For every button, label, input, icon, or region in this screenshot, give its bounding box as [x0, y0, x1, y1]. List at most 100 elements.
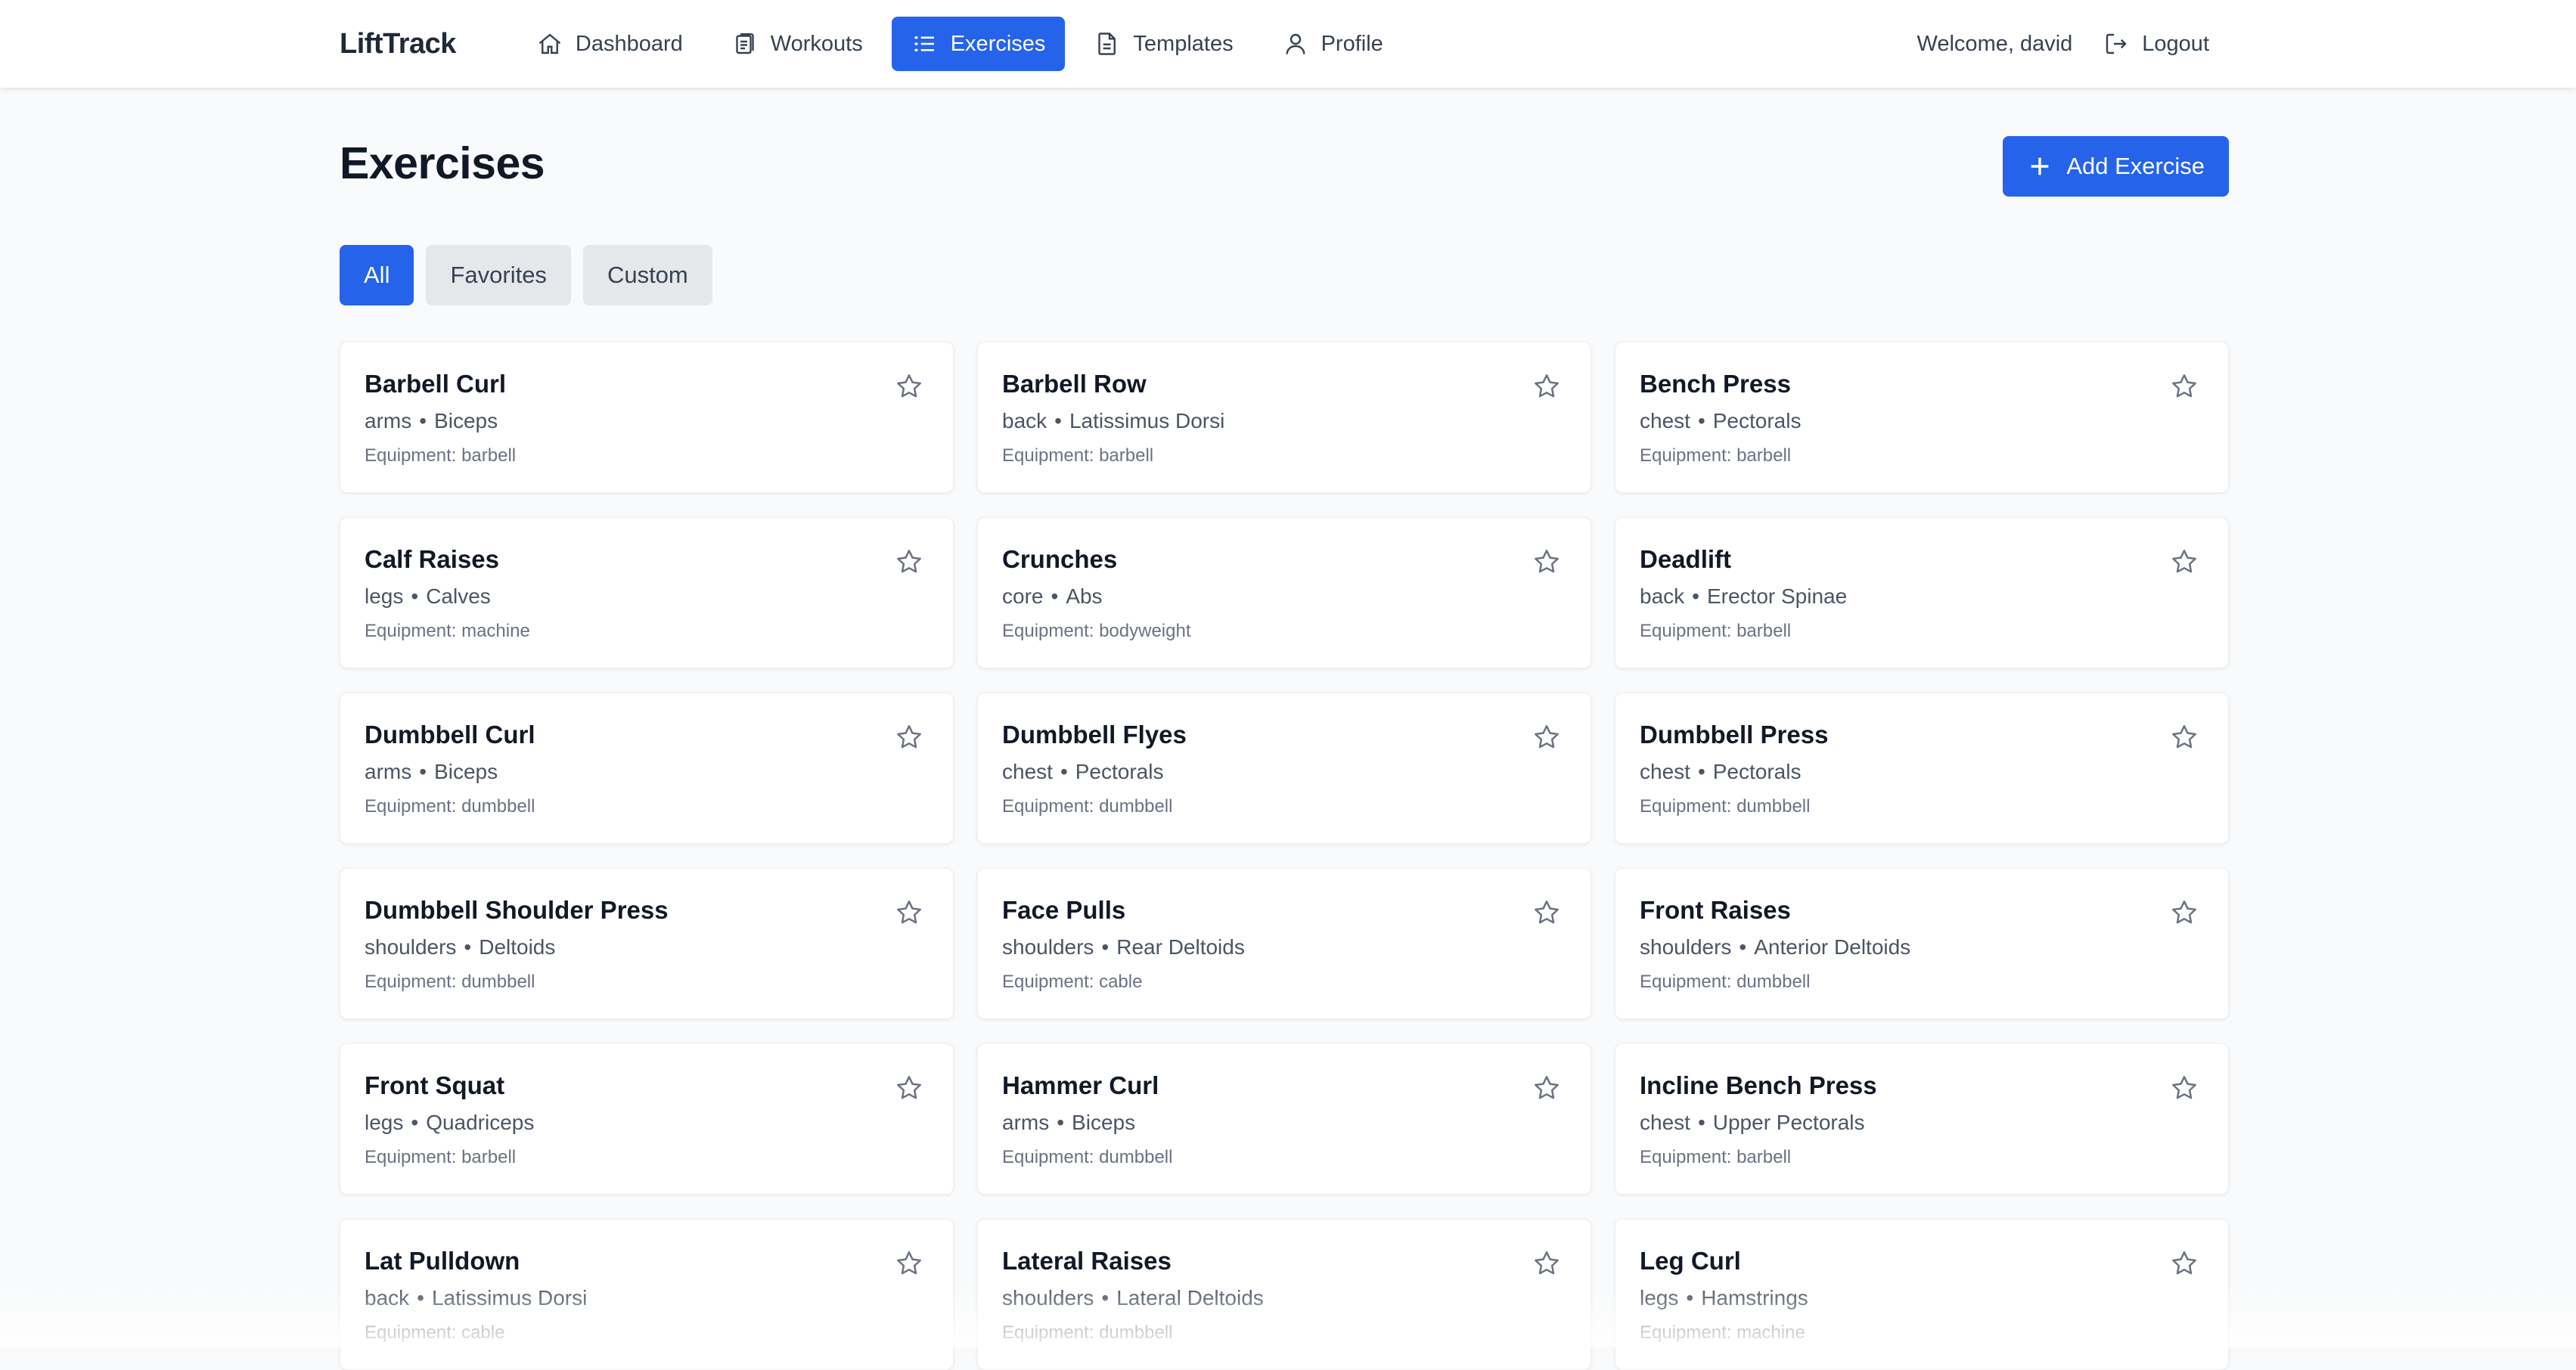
favorite-star-icon[interactable]	[1532, 1073, 1562, 1103]
favorite-star-icon[interactable]	[2169, 722, 2199, 752]
exercise-equipment: Equipment: machine	[365, 621, 530, 641]
top-navigation-bar: LiftTrack Dashboard Workouts Exercises T…	[0, 0, 2576, 88]
exercise-equipment: Equipment: dumbbell	[1002, 1322, 1173, 1343]
exercise-name: Front Squat	[365, 1071, 505, 1099]
exercise-card[interactable]: Dumbbell Shoulder Press shoulders • Deltoi…	[340, 868, 954, 1019]
star-icon	[2172, 725, 2196, 749]
nav-item-dashboard[interactable]: Dashboard	[517, 17, 703, 71]
favorite-star-icon[interactable]	[2169, 897, 2199, 928]
exercise-equipment: Equipment: cable	[365, 1322, 505, 1343]
star-icon	[2172, 374, 2196, 398]
star-icon	[897, 1251, 921, 1275]
nav-item-exercises[interactable]: Exercises	[891, 17, 1066, 71]
exercise-card[interactable]: Calf Raises legs • Calves Equipment: machi…	[340, 517, 954, 668]
exercise-grid: Barbell Curl arms • Biceps Equipment: barb…	[340, 342, 2229, 1370]
logout-icon	[2106, 33, 2127, 54]
star-icon	[1535, 725, 1559, 749]
favorite-star-icon[interactable]	[894, 897, 924, 928]
meta-separator: •	[464, 935, 472, 959]
nav-item-templates[interactable]: Templates	[1074, 17, 1252, 71]
exercise-card[interactable]: Dumbbell Flyes chest • Pectorals Equipment…	[977, 693, 1591, 844]
exercise-equipment: Equipment: barbell	[1002, 445, 1154, 466]
app-logo[interactable]: LiftTrack	[340, 28, 456, 60]
exercise-meta: arms • Biceps	[365, 760, 498, 784]
exercise-name: Crunches	[1002, 545, 1118, 573]
favorite-star-icon[interactable]	[894, 547, 924, 577]
favorite-star-icon[interactable]	[1532, 897, 1562, 928]
star-icon	[1535, 374, 1559, 398]
meta-separator: •	[1686, 1286, 1694, 1310]
favorite-star-icon[interactable]	[2169, 1248, 2199, 1279]
exercise-card[interactable]: Deadlift back • Erector Spinae Equipment: …	[1615, 517, 2229, 668]
exercise-card[interactable]: Lat Pulldown back • Latissimus Dorsi Equip…	[340, 1219, 954, 1370]
filter-favorites[interactable]: Favorites	[426, 245, 571, 305]
exercise-category: back	[1002, 409, 1047, 432]
clipboard-icon	[736, 33, 754, 54]
exercise-card[interactable]: Face Pulls shoulders • Rear Deltoids Equip…	[977, 868, 1591, 1019]
exercise-card[interactable]: Dumbbell Press chest • Pectorals Equipment…	[1615, 693, 2229, 844]
exercise-muscle: Pectorals	[1712, 409, 1802, 432]
exercise-equipment: Equipment: dumbbell	[1002, 1147, 1173, 1167]
favorite-star-icon[interactable]	[1532, 722, 1562, 752]
exercise-name: Lat Pulldown	[365, 1247, 520, 1275]
exercise-card[interactable]: Barbell Curl arms • Biceps Equipment: barb…	[340, 342, 954, 493]
filter-custom[interactable]: Custom	[582, 245, 712, 305]
exercise-meta: chest • Pectorals	[1640, 409, 1801, 433]
exercise-card[interactable]: Front Raises shoulders • Anterior Deltoids…	[1615, 868, 2229, 1019]
nav-item-label: Exercises	[950, 31, 1046, 56]
filter-all[interactable]: All	[340, 245, 414, 305]
favorite-star-icon[interactable]	[894, 722, 924, 752]
star-icon	[2172, 900, 2196, 924]
exercise-muscle: Rear Deltoids	[1116, 935, 1245, 959]
exercise-card[interactable]: Crunches core • Abs Equipment: bodyweight	[977, 517, 1591, 668]
favorite-star-icon[interactable]	[1532, 547, 1562, 577]
exercise-card[interactable]: Lateral Raises shoulders • Lateral Deltoid…	[977, 1219, 1591, 1370]
meta-separator: •	[419, 409, 427, 432]
favorite-star-icon[interactable]	[1532, 371, 1562, 401]
nav-item-workouts[interactable]: Workouts	[712, 17, 883, 71]
exercise-equipment: Equipment: barbell	[365, 445, 517, 466]
exercise-card[interactable]: Barbell Row back • Latissimus Dorsi Equipm…	[977, 342, 1591, 493]
star-icon	[897, 550, 921, 573]
favorite-star-icon[interactable]	[894, 1248, 924, 1279]
star-icon	[2172, 1251, 2196, 1275]
meta-separator: •	[1054, 409, 1062, 432]
exercise-equipment: Equipment: barbell	[365, 1147, 517, 1167]
exercise-name: Face Pulls	[1002, 896, 1126, 924]
favorite-star-icon[interactable]	[2169, 547, 2199, 577]
exercise-card[interactable]: Incline Bench Press chest • Upper Pectoral…	[1615, 1043, 2229, 1195]
favorite-star-icon[interactable]	[2169, 1073, 2199, 1103]
exercise-muscle: Upper Pectorals	[1712, 1111, 1865, 1134]
star-icon	[897, 725, 921, 749]
add-exercise-label: Add Exercise	[2066, 153, 2205, 179]
exercise-card[interactable]: Front Squat legs • Quadriceps Equipment: b…	[340, 1043, 954, 1195]
exercise-category: chest	[1640, 409, 1690, 432]
favorite-star-icon[interactable]	[2169, 371, 2199, 401]
exercise-category: arms	[365, 760, 412, 783]
exercise-category: legs	[1640, 1286, 1679, 1310]
favorite-star-icon[interactable]	[894, 371, 924, 401]
favorite-star-icon[interactable]	[894, 1073, 924, 1103]
favorite-star-icon[interactable]	[1532, 1248, 1562, 1279]
star-icon	[897, 1076, 921, 1099]
exercise-card[interactable]: Hammer Curl arms • Biceps Equipment: dumbb…	[977, 1043, 1591, 1195]
nav-item-profile[interactable]: Profile	[1262, 17, 1403, 71]
exercise-equipment: Equipment: barbell	[1640, 445, 1792, 466]
exercise-muscle: Latissimus Dorsi	[431, 1286, 588, 1310]
exercise-equipment: Equipment: barbell	[1640, 621, 1792, 641]
add-exercise-button[interactable]: Add Exercise	[2003, 136, 2229, 197]
meta-separator: •	[1060, 760, 1068, 783]
meta-separator: •	[419, 760, 427, 783]
exercise-meta: chest • Pectorals	[1002, 760, 1163, 784]
exercise-card[interactable]: Bench Press chest • Pectorals Equipment: b…	[1615, 342, 2229, 493]
logout-button[interactable]: Logout	[2103, 30, 2229, 57]
star-icon	[1535, 1076, 1559, 1099]
exercise-card[interactable]: Dumbbell Curl arms • Biceps Equipment: dum…	[340, 693, 954, 844]
exercise-meta: legs • Quadriceps	[365, 1111, 534, 1135]
page-title: Exercises	[340, 138, 545, 188]
exercise-category: back	[365, 1286, 410, 1310]
exercise-category: core	[1002, 584, 1044, 608]
exercise-card[interactable]: Leg Curl legs • Hamstrings Equipment: mach…	[1615, 1219, 2229, 1370]
exercise-meta: back • Erector Spinae	[1640, 584, 1847, 609]
exercise-name: Calf Raises	[365, 545, 499, 573]
